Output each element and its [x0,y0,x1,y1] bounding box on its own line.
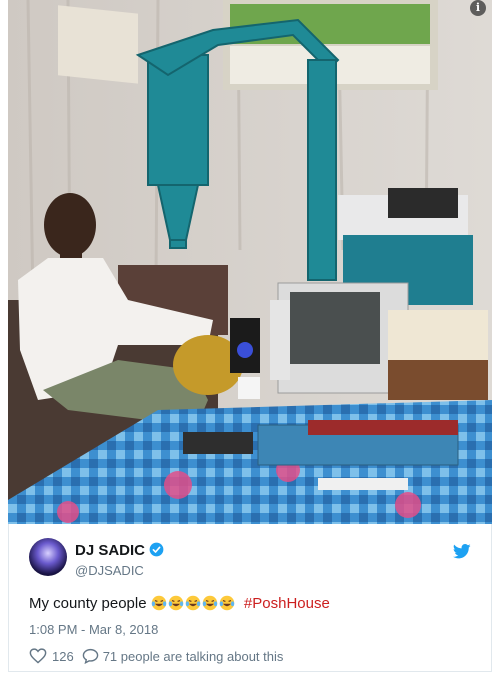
tweet-card: DJ SADIC @DJSADIC My county people #Posh… [8,524,492,672]
twitter-bird-icon[interactable] [453,544,471,559]
laughing-tears-icon [151,595,166,611]
info-icon[interactable]: i [470,0,486,16]
replies-text: 71 people are talking about this [102,648,284,664]
likes-count: 126 [52,648,74,664]
author-name-text[interactable]: DJ SADIC [75,542,145,559]
verified-icon [149,542,164,557]
author-name[interactable]: DJ SADIC [75,542,164,559]
tweet-photo[interactable]: i [8,0,492,524]
hashtag-link[interactable]: #PoshHouse [244,595,330,612]
photo-scene [8,0,492,524]
tweet-actions: 126 71 people are talking about this [29,648,283,664]
reply-button[interactable]: 71 people are talking about this [82,648,284,664]
heart-icon [29,648,47,664]
tweet-text: My county people #PoshHouse [29,595,330,612]
laughing-tears-icon [202,595,217,611]
reply-icon [82,648,98,664]
laughing-tears-icon [219,595,234,611]
laughing-tears-icon [185,595,200,611]
avatar[interactable] [29,538,67,576]
like-button[interactable]: 126 [29,648,74,664]
author-handle[interactable]: @DJSADIC [75,563,144,578]
laughing-tears-icon [168,595,183,611]
tweet-timestamp[interactable]: 1:08 PM - Mar 8, 2018 [29,622,158,637]
tweet-text-body: My county people [29,595,147,612]
